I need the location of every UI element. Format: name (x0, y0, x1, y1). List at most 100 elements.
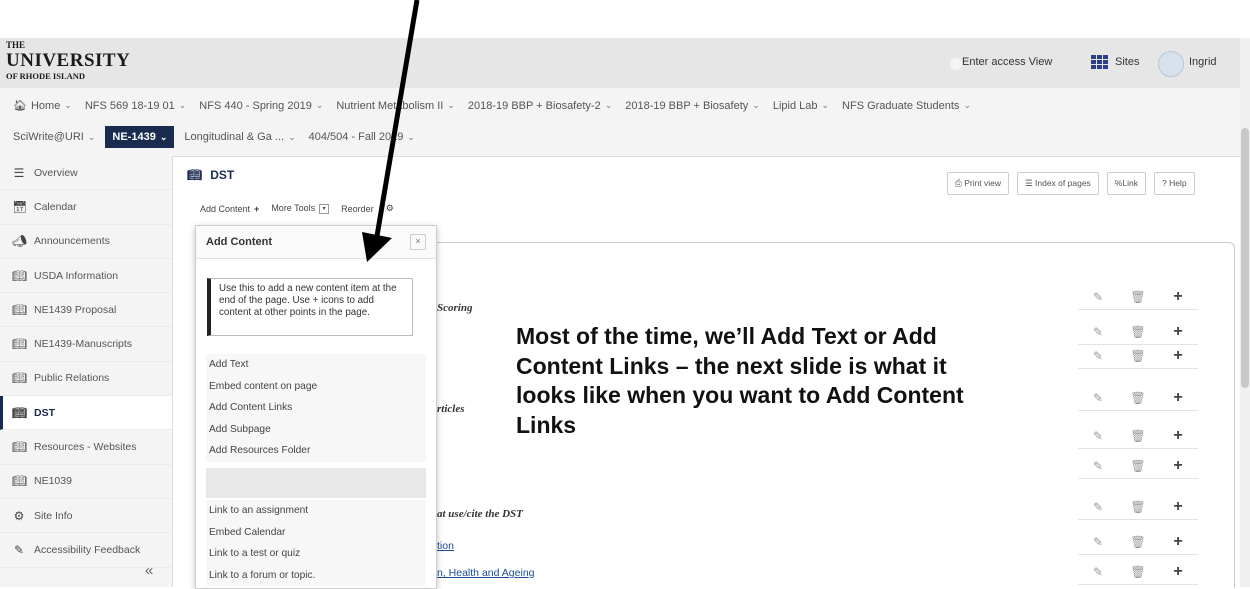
trash-icon[interactable]: 🗑︎ (1118, 386, 1158, 410)
site-header (0, 38, 1250, 88)
collapse-sidebar-button[interactable]: « (145, 562, 153, 579)
add-item-plus-icon[interactable]: + (1158, 320, 1198, 344)
more-tools-button[interactable]: More Tools ▾ (271, 203, 330, 214)
link-button[interactable]: %Link (1106, 172, 1146, 195)
page-title-text: DST (210, 168, 235, 182)
home-icon: 🏠︎ (13, 100, 27, 112)
tab-sciwrite[interactable]: SciWrite@URI ⌄ (10, 128, 98, 146)
sidebar-item-usda[interactable]: 📖︎ USDA Information (0, 259, 172, 294)
tab-nutrient-metabolism[interactable]: Nutrient Metabolism II ⌄ (333, 97, 458, 115)
edit-icon[interactable]: ✎ (1078, 495, 1118, 519)
trash-icon[interactable]: 🗑︎ (1118, 530, 1158, 554)
add-item-plus-icon[interactable]: + (1158, 344, 1198, 368)
page-scrollbar[interactable] (1240, 38, 1250, 587)
page-title: 📖︎ DST (187, 168, 234, 182)
edit-icon[interactable]: ✎ (1078, 386, 1118, 410)
trash-icon[interactable]: 🗑︎ (1118, 285, 1158, 309)
add-item-plus-icon[interactable]: + (1158, 454, 1198, 478)
sidebar-item-overview[interactable]: ☰ Overview (0, 156, 172, 191)
trash-icon[interactable]: 🗑︎ (1118, 495, 1158, 519)
sidebar-item-ne1039[interactable]: 📖︎ NE1039 (0, 465, 172, 499)
enter-access-view-link[interactable]: Enter access View (962, 56, 1052, 68)
close-icon[interactable]: × (410, 234, 426, 250)
trash-icon[interactable]: 🗑︎ (1118, 424, 1158, 448)
add-item-plus-icon[interactable]: + (1158, 424, 1198, 448)
sidebar-item-manuscripts[interactable]: 📖︎ NE1439-Manuscripts (0, 327, 172, 362)
chevron-down-icon: ⌄ (963, 100, 971, 110)
help-icon: ? (1161, 178, 1167, 188)
dropdown-help-text: Use this to add a new content item at th… (207, 278, 413, 336)
sidebar-item-label: Accessibility Feedback (34, 543, 141, 556)
edit-icon[interactable]: ✎ (1078, 454, 1118, 478)
sidebar-item-label: NE1039 (34, 475, 72, 488)
sidebar-item-site-info[interactable]: ⚙︎ Site Info (0, 499, 172, 534)
sidebar-item-label: Calendar (34, 200, 77, 213)
trash-icon[interactable]: 🗑︎ (1118, 320, 1158, 344)
sidebar-item-dst[interactable]: 📖︎ DST (0, 396, 172, 431)
sidebar-item-public-relations[interactable]: 📖︎ Public Relations (0, 362, 172, 397)
reorder-button[interactable]: Reorder (341, 204, 374, 214)
trash-icon[interactable]: 🗑︎ (1118, 454, 1158, 478)
edit-icon[interactable]: ✎ (1078, 285, 1118, 309)
index-of-pages-button[interactable]: ☰ Index of pages (1017, 172, 1099, 195)
tab-nfs440[interactable]: NFS 440 - Spring 2019 ⌄ (196, 97, 326, 115)
reorder-label: Reorder (341, 203, 374, 214)
print-view-button[interactable]: ⎙ Print view (947, 172, 1010, 195)
scrollbar-thumb[interactable] (1241, 128, 1249, 388)
menu-item-add-text[interactable]: Add Text (206, 354, 426, 376)
edit-icon[interactable]: ✎ (1078, 344, 1118, 368)
add-item-plus-icon[interactable]: + (1158, 285, 1198, 309)
edit-icon[interactable]: ✎ (1078, 320, 1118, 344)
add-item-plus-icon[interactable]: + (1158, 530, 1198, 554)
list-icon: ☰ (1025, 178, 1033, 188)
menu-item-link-forum[interactable]: Link to a forum or topic. (206, 565, 426, 587)
edit-icon[interactable]: ✎ (1078, 560, 1118, 584)
chevron-down-icon: ⌄ (159, 131, 168, 142)
tab-lipid-lab[interactable]: Lipid Lab ⌄ (770, 97, 832, 115)
menu-item-embed-content[interactable]: Embed content on page (206, 376, 426, 398)
add-item-plus-icon[interactable]: + (1158, 386, 1198, 410)
menu-item-link-test-quiz[interactable]: Link to a test or quiz (206, 543, 426, 565)
edit-icon[interactable]: ✎ (1078, 530, 1118, 554)
sites-grid-icon[interactable] (1091, 55, 1109, 69)
menu-item-link-assignment[interactable]: Link to an assignment (206, 500, 426, 522)
tab-longitudinal[interactable]: Longitudinal & Ga ... ⌄ (181, 128, 298, 146)
menu-item-add-content-links[interactable]: Add Content Links (206, 397, 426, 419)
add-item-plus-icon[interactable]: + (1158, 495, 1198, 519)
tab-nfs569[interactable]: NFS 569 18-19 01 ⌄ (82, 97, 189, 115)
item-actions: ✎ 🗑︎ + (1078, 495, 1198, 520)
trash-icon[interactable]: 🗑︎ (1118, 560, 1158, 584)
add-item-plus-icon[interactable]: + (1158, 560, 1198, 584)
trash-icon[interactable]: 🗑︎ (1118, 344, 1158, 368)
tab-ne1439[interactable]: NE-1439 ⌄ (105, 126, 175, 148)
dropdown-title: Add Content (206, 236, 272, 248)
chevron-down-icon: ⌄ (64, 100, 72, 110)
content-link[interactable]: tion (437, 540, 454, 552)
menu-item-add-resources-folder[interactable]: Add Resources Folder (206, 440, 426, 462)
book-icon: 📖︎ (12, 302, 28, 317)
chevron-down-icon: ⌄ (407, 131, 415, 142)
tab-nfs-graduate[interactable]: NFS Graduate Students ⌄ (839, 97, 974, 115)
menu-item-add-subpage[interactable]: Add Subpage (206, 419, 426, 441)
content-link[interactable]: n, Health and Ageing (437, 567, 535, 579)
add-content-button[interactable]: Add Content + (200, 204, 259, 214)
user-avatar[interactable] (1158, 51, 1184, 77)
user-name[interactable]: Ingrid (1189, 56, 1217, 68)
sidebar-item-proposal[interactable]: 📖︎ NE1439 Proposal (0, 293, 172, 328)
sites-button[interactable]: Sites (1115, 56, 1139, 68)
tab-bbp-biosafety[interactable]: 2018-19 BBP + Biosafety ⌄ (622, 97, 763, 115)
tab-home[interactable]: 🏠︎ Home ⌄ (10, 96, 75, 115)
print-view-label: Print view (964, 178, 1002, 188)
sidebar-item-resources[interactable]: 📖︎ Resources - Websites (0, 430, 172, 465)
tab-404-504[interactable]: 404/504 - Fall 2019 ⌄ (306, 128, 418, 146)
settings-gear-icon[interactable]: ⚙︎ (386, 203, 394, 214)
university-logo[interactable]: THE UNIVERSITY OF RHODE ISLAND (6, 41, 130, 81)
sidebar-item-announcements[interactable]: 📣︎ Announcements (0, 225, 172, 259)
menu-item-embed-calendar[interactable]: Embed Calendar (206, 522, 426, 544)
tab-bbp-biosafety-2[interactable]: 2018-19 BBP + Biosafety-2 ⌄ (465, 97, 615, 115)
help-button[interactable]: ? Help (1153, 172, 1195, 195)
edit-icon[interactable]: ✎ (1078, 424, 1118, 448)
sidebar-item-label: Overview (34, 166, 78, 179)
sidebar-item-calendar[interactable]: 📅︎ Calendar (0, 190, 172, 225)
more-tools-label: More Tools (271, 203, 316, 214)
